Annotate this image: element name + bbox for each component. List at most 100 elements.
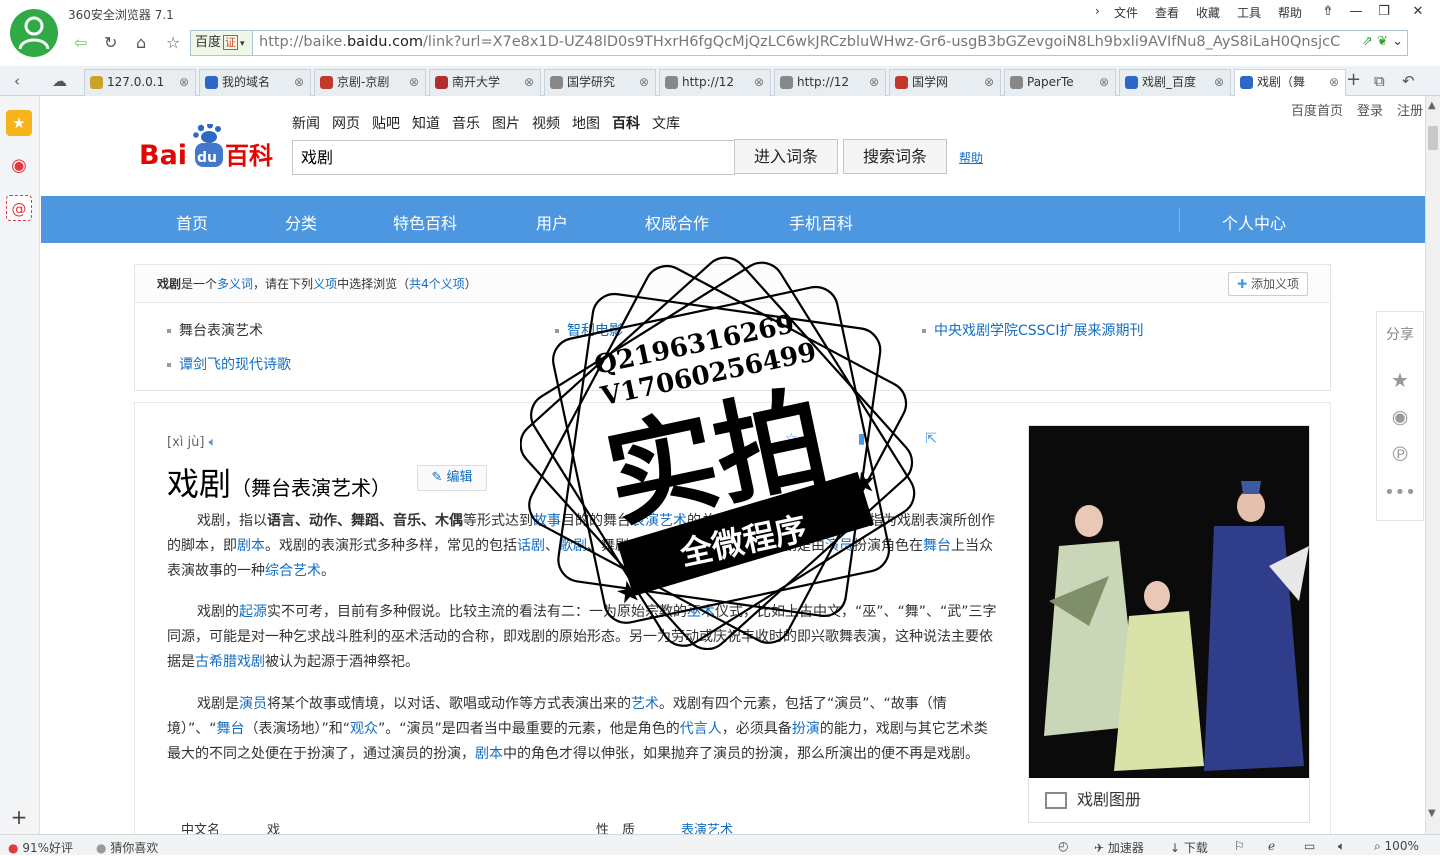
speaker-icon[interactable]: 🔈︎ xyxy=(209,435,217,450)
tab-3[interactable]: 南开大学 ⊗ xyxy=(429,69,541,96)
home-icon[interactable]: ⌂ xyxy=(136,33,146,52)
tab-5[interactable]: http://12 ⊗ xyxy=(659,69,771,96)
gallery-link[interactable]: 戏剧图册 xyxy=(1029,778,1309,822)
menu-file[interactable]: 文件 xyxy=(1114,4,1138,21)
add-icon[interactable]: + xyxy=(6,804,32,830)
tab-4[interactable]: 国学研究 ⊗ xyxy=(544,69,656,96)
ie-icon[interactable]: ℯ xyxy=(1268,839,1275,853)
favorite-star-icon[interactable]: ☆ xyxy=(166,33,180,52)
menu-tools[interactable]: 工具 xyxy=(1237,4,1261,21)
rating-icon[interactable]: ● 91%好评 xyxy=(8,839,73,856)
zoom-control[interactable]: ⌕ 100% xyxy=(1374,839,1419,854)
channel-6[interactable]: 视频 xyxy=(532,116,560,132)
inline-link[interactable]: 起源 xyxy=(239,604,267,620)
inline-link[interactable]: 舞台 xyxy=(217,721,245,737)
share-icon[interactable]: ⇱ xyxy=(925,431,937,447)
nav-featured[interactable]: 特色百科 xyxy=(393,210,457,234)
channel-8[interactable]: 百科 xyxy=(612,116,640,132)
search-input[interactable]: 戏剧 xyxy=(292,140,735,175)
weibo-share-icon[interactable]: ◉ xyxy=(1377,406,1423,428)
more-icon[interactable]: ••• xyxy=(1377,482,1423,503)
add-sense-button[interactable]: ✚ 添加义项 xyxy=(1228,272,1308,296)
tab-0[interactable]: 127.0.0.1 ⊗ xyxy=(84,69,196,96)
channel-9[interactable]: 文库 xyxy=(652,116,680,132)
channel-4[interactable]: 音乐 xyxy=(452,116,480,132)
flag-icon[interactable]: ⚐ xyxy=(1234,839,1245,853)
cloud-icon[interactable]: ☁ xyxy=(52,72,67,90)
volume-icon[interactable]: 🔈︎ xyxy=(1338,839,1345,854)
channel-1[interactable]: 网页 xyxy=(332,116,360,132)
polysemy-link[interactable]: 多义词 xyxy=(217,277,253,291)
all-senses-link[interactable]: 共4个义项 xyxy=(409,277,465,291)
tab-list-icon[interactable]: ⧉ xyxy=(1374,72,1385,90)
tab-10[interactable]: 戏剧（舞 ⊗ xyxy=(1234,69,1346,97)
search-entry-button[interactable]: 搜索词条 xyxy=(843,139,947,174)
minimize-button[interactable]: — xyxy=(1344,2,1368,22)
edit-button[interactable]: ✎ 编辑 xyxy=(417,465,487,491)
back-icon[interactable]: ⇦ xyxy=(74,33,87,52)
inline-link[interactable]: 观众 xyxy=(350,721,378,737)
help-link[interactable]: 帮助 xyxy=(959,149,983,166)
inline-link[interactable]: 艺术 xyxy=(631,696,659,712)
basic-value-nature[interactable]: 表演艺术 xyxy=(681,819,733,834)
share-label[interactable]: 分享 xyxy=(1377,324,1423,344)
nav-users[interactable]: 用户 xyxy=(536,210,568,234)
tab-close-icon[interactable]: ⊗ xyxy=(294,70,304,94)
nav-personal-center[interactable]: 个人中心 xyxy=(1222,210,1286,234)
url-input[interactable]: http://baike.baidu.com/link?url=X7e8x1D-… xyxy=(259,34,1359,50)
menu-help[interactable]: 帮助 xyxy=(1278,4,1302,21)
screen-icon[interactable]: ▭ xyxy=(1304,839,1315,853)
scroll-thumb[interactable] xyxy=(1428,126,1438,150)
inline-link[interactable]: 故事 xyxy=(533,513,561,529)
search-engine-select[interactable]: 百度证 ▾ xyxy=(191,31,253,55)
inline-link[interactable]: 巫术 xyxy=(687,604,715,620)
inline-link[interactable]: 话剧 xyxy=(517,538,545,554)
tab-8[interactable]: PaperTe ⊗ xyxy=(1004,69,1116,96)
register-link[interactable]: 注册 xyxy=(1397,104,1423,119)
enter-entry-button[interactable]: 进入词条 xyxy=(734,139,838,174)
sense-item-stage-art[interactable]: 舞台表演艺术 xyxy=(167,320,263,340)
tab-close-icon[interactable]: ⊗ xyxy=(179,70,189,94)
tab-9[interactable]: 戏剧_百度 ⊗ xyxy=(1119,69,1231,96)
tab-close-icon[interactable]: ⊗ xyxy=(1329,70,1339,94)
scrollbar[interactable]: ▲ ▼ xyxy=(1425,96,1440,834)
pin-share-icon[interactable]: ℗ xyxy=(1377,442,1423,466)
tab-close-icon[interactable]: ⊗ xyxy=(754,70,764,94)
new-tab-icon[interactable]: + xyxy=(1346,69,1361,90)
sense-item-chile-film[interactable]: 智利电影 xyxy=(555,320,623,340)
tab-7[interactable]: 国学网 ⊗ xyxy=(889,69,1001,96)
opera-photo[interactable] xyxy=(1029,426,1309,778)
baike-logo[interactable]: Bai du du 百科 xyxy=(139,122,279,174)
menu-view[interactable]: 查看 xyxy=(1155,4,1179,21)
browser-logo-icon[interactable] xyxy=(10,9,58,57)
tab-6[interactable]: http://12 ⊗ xyxy=(774,69,886,96)
collect-icon[interactable]: ☆ xyxy=(785,431,798,447)
inline-link[interactable]: 舞台 xyxy=(923,538,951,554)
favorites-star-icon[interactable]: ★ xyxy=(6,110,32,136)
close-button[interactable]: ✕ xyxy=(1406,2,1430,22)
mail-icon[interactable]: @ xyxy=(6,195,32,221)
tab-2[interactable]: 京剧-京剧 ⊗ xyxy=(314,69,426,96)
tab-close-icon[interactable]: ⊗ xyxy=(1214,70,1224,94)
entry-image-card[interactable]: 戏剧图册 xyxy=(1028,425,1310,823)
inline-link[interactable]: 歌剧 xyxy=(559,538,587,554)
undo-close-icon[interactable]: ↶ xyxy=(1402,72,1415,90)
tab-close-icon[interactable]: ⊗ xyxy=(869,70,879,94)
tab-close-icon[interactable]: ⊗ xyxy=(409,70,419,94)
channel-2[interactable]: 贴吧 xyxy=(372,116,400,132)
inline-link[interactable]: 演员 xyxy=(825,538,853,554)
maximize-button[interactable]: ❐ xyxy=(1372,2,1396,22)
sense-link[interactable]: 义项 xyxy=(313,277,337,291)
menu-chevron-icon[interactable]: › xyxy=(1095,4,1100,18)
channel-7[interactable]: 地图 xyxy=(572,116,600,132)
download-button[interactable]: ↓ 下载 xyxy=(1170,839,1208,856)
nav-category[interactable]: 分类 xyxy=(285,210,317,234)
inline-link[interactable]: 代言人 xyxy=(680,721,722,737)
collect-star-icon[interactable]: ★ xyxy=(1377,368,1423,392)
menu-favorites[interactable]: 收藏 xyxy=(1196,4,1220,21)
inline-link[interactable]: 扮演 xyxy=(792,721,820,737)
baidu-home-link[interactable]: 百度首页 xyxy=(1291,104,1343,119)
url-actions[interactable]: ⇗ ❦ ⌄ xyxy=(1362,34,1403,49)
tab-close-icon[interactable]: ⊗ xyxy=(524,70,534,94)
nav-mobile[interactable]: 手机百科 xyxy=(789,210,853,234)
